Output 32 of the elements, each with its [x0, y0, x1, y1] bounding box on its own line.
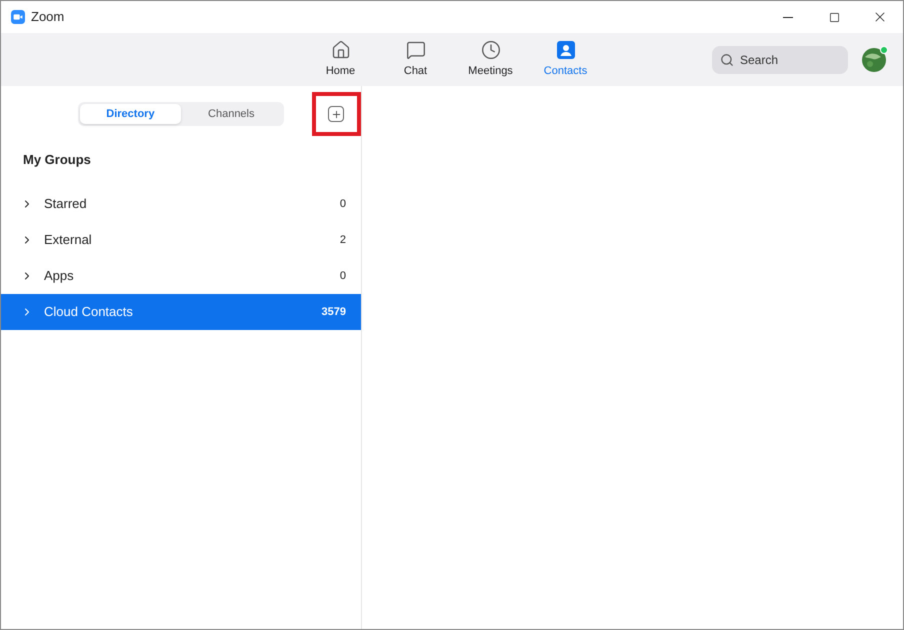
- group-count: 2: [340, 232, 346, 248]
- clock-icon: [480, 40, 500, 60]
- camera-logo-icon: [11, 10, 25, 24]
- group-name: Cloud Contacts: [44, 303, 133, 322]
- group-count: 0: [340, 196, 346, 212]
- search-icon: [720, 52, 734, 66]
- maximize-icon: [828, 12, 840, 22]
- chat-icon: [406, 40, 426, 60]
- segment-tab[interactable]: Directory: [80, 104, 181, 124]
- group-row[interactable]: Apps 0: [1, 258, 361, 294]
- nav-tab[interactable]: Home: [303, 33, 378, 86]
- home-icon: [330, 40, 350, 60]
- group-name: Apps: [44, 267, 74, 286]
- segment-tab[interactable]: Channels: [180, 104, 282, 124]
- search-field[interactable]: Search: [712, 46, 848, 74]
- section-heading: My Groups: [23, 151, 92, 169]
- plus-icon: [330, 108, 342, 120]
- group-count: 3579: [322, 304, 346, 320]
- group-count: 0: [340, 268, 346, 284]
- nav-tab[interactable]: Meetings: [453, 33, 528, 86]
- nav-tab[interactable]: Chat: [378, 33, 453, 86]
- group-name: External: [44, 231, 92, 250]
- nav-tab[interactable]: Contacts: [528, 33, 603, 86]
- add-button[interactable]: [328, 106, 344, 122]
- group-row[interactable]: Cloud Contacts 3579: [1, 294, 361, 330]
- group-row[interactable]: External 2: [1, 222, 361, 258]
- group-name: Starred: [44, 195, 87, 214]
- avatar[interactable]: [862, 48, 886, 72]
- group-row[interactable]: Starred 0: [1, 186, 361, 222]
- minimize-icon: [783, 16, 793, 18]
- window-title: Zoom: [31, 8, 64, 26]
- person-icon: [556, 40, 576, 60]
